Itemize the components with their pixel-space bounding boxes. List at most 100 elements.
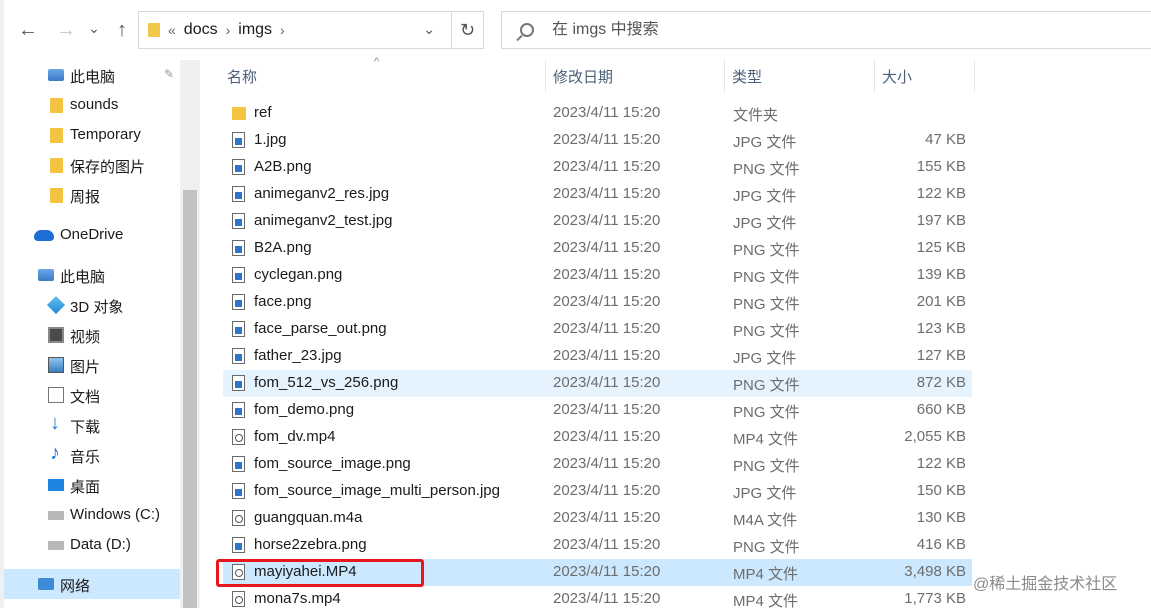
image-file-icon	[232, 321, 245, 337]
forward-button[interactable]: →	[52, 14, 80, 46]
file-name: mona7s.mp4	[254, 590, 341, 607]
sidebar-item-desktop[interactable]: 桌面	[4, 470, 180, 500]
file-row[interactable]: fom_512_vs_256.png 2023/4/11 15:20 PNG 文件 8…	[223, 370, 972, 397]
file-name: face_parse_out.png	[254, 320, 387, 337]
refresh-icon: ↻	[459, 19, 476, 40]
search-icon	[520, 23, 534, 37]
navigation-pane: 此电脑 ✎ sounds Temporary 保存的图片 周报 OneDrive…	[4, 60, 202, 608]
image-file-icon	[232, 294, 245, 310]
drive-icon	[48, 511, 64, 520]
sidebar-item-documents[interactable]: 文档	[4, 380, 180, 410]
column-divider[interactable]	[724, 60, 725, 92]
file-row[interactable]: horse2zebra.png 2023/4/11 15:20 PNG 文件 416 …	[223, 532, 972, 559]
sidebar-item-drive-c[interactable]: Windows (C:)	[4, 500, 180, 530]
sidebar-item-label: Temporary	[70, 126, 141, 143]
file-name: fom_dv.mp4	[254, 428, 336, 445]
file-row[interactable]: face.png 2023/4/11 15:20 PNG 文件 201 KB	[223, 289, 972, 316]
breadcrumb-separator-icon[interactable]: ›	[280, 22, 285, 38]
image-file-icon	[232, 132, 245, 148]
up-button[interactable]: ↑	[108, 14, 136, 46]
column-date-modified[interactable]: 修改日期	[553, 66, 613, 87]
sidebar-item-drive-d[interactable]: Data (D:)	[4, 530, 180, 560]
sidebar-item-label: 音乐	[70, 449, 101, 466]
file-name: fom_demo.png	[254, 401, 355, 418]
sidebar-scrollbar[interactable]	[180, 60, 200, 608]
file-row[interactable]: guangquan.m4a 2023/4/11 15:20 M4A 文件 130 KB	[223, 505, 972, 532]
folder-icon	[148, 23, 160, 37]
breadcrumb-docs[interactable]: docs	[184, 21, 218, 39]
sidebar-item-label: 桌面	[70, 479, 101, 496]
download-icon	[48, 412, 64, 435]
sidebar-item-downloads[interactable]: 下载	[4, 410, 180, 440]
address-bar[interactable]: « docs › imgs › ⌄ ↻	[138, 11, 484, 49]
sidebar-scrollbar-thumb[interactable]	[183, 190, 197, 608]
file-size: 2,055 KB	[904, 428, 966, 445]
address-dropdown-icon[interactable]: ⌄	[423, 21, 435, 38]
sidebar-item-temporary[interactable]: Temporary	[4, 120, 180, 150]
sidebar-item-label: Data (D:)	[70, 536, 131, 553]
file-row[interactable]: cyclegan.png 2023/4/11 15:20 PNG 文件 139 KB	[223, 262, 972, 289]
file-row[interactable]: fom_source_image.png 2023/4/11 15:20 PNG 文…	[223, 451, 972, 478]
column-name[interactable]: 名称	[227, 66, 257, 87]
file-row[interactable]: A2B.png 2023/4/11 15:20 PNG 文件 155 KB	[223, 154, 972, 181]
sidebar-item-network[interactable]: 网络	[4, 569, 180, 599]
file-row[interactable]: face_parse_out.png 2023/4/11 15:20 PNG 文件 1…	[223, 316, 972, 343]
file-row[interactable]: fom_source_image_multi_person.jpg 2023/4/…	[223, 478, 972, 505]
folder-icon	[50, 158, 63, 173]
sidebar-item-saved-pictures[interactable]: 保存的图片	[4, 150, 180, 180]
breadcrumb-imgs[interactable]: imgs	[238, 21, 272, 39]
sidebar-item-this-pc[interactable]: 此电脑	[4, 260, 180, 290]
sidebar-item-onedrive[interactable]: OneDrive	[4, 220, 180, 250]
file-name: animeganv2_test.jpg	[254, 212, 393, 229]
file-type: JPG 文件	[733, 188, 797, 205]
sidebar-item-weekly-report[interactable]: 周报	[4, 180, 180, 210]
file-date-modified: 2023/4/11 15:20	[553, 293, 661, 310]
pc-icon	[48, 69, 64, 81]
sidebar-item-pictures[interactable]: 图片	[4, 350, 180, 380]
file-size: 130 KB	[916, 509, 966, 526]
network-icon	[38, 578, 54, 590]
column-divider[interactable]	[974, 60, 975, 92]
file-list: ^ 名称 修改日期 类型 大小 ref 2023/4/11 15:20 文件夹 1.j…	[202, 56, 1151, 608]
file-date-modified: 2023/4/11 15:20	[553, 104, 661, 121]
file-row[interactable]: father_23.jpg 2023/4/11 15:20 JPG 文件 127 KB	[223, 343, 972, 370]
sidebar-item-videos[interactable]: 视频	[4, 320, 180, 350]
sidebar-item-3d-objects[interactable]: 3D 对象	[4, 290, 180, 320]
search-input[interactable]	[552, 21, 1072, 39]
file-name: face.png	[254, 293, 312, 310]
file-row[interactable]: 1.jpg 2023/4/11 15:20 JPG 文件 47 KB	[223, 127, 972, 154]
column-divider[interactable]	[874, 60, 875, 92]
sidebar-item-music[interactable]: 音乐	[4, 440, 180, 470]
recent-locations-button[interactable]: ⌄	[84, 12, 104, 44]
file-row[interactable]: mona7s.mp4 2023/4/11 15:20 MP4 文件 1,773 KB	[223, 586, 972, 608]
file-name: father_23.jpg	[254, 347, 342, 364]
file-size: 47 KB	[925, 131, 966, 148]
back-button[interactable]: ←	[14, 14, 42, 46]
sidebar-item-this-pc-quick[interactable]: 此电脑 ✎	[4, 60, 180, 90]
breadcrumb-separator-icon[interactable]: ›	[226, 22, 231, 38]
file-date-modified: 2023/4/11 15:20	[553, 239, 661, 256]
sidebar-item-sounds[interactable]: sounds	[4, 90, 180, 120]
file-row[interactable]: fom_demo.png 2023/4/11 15:20 PNG 文件 660 KB	[223, 397, 972, 424]
file-row[interactable]: animeganv2_res.jpg 2023/4/11 15:20 JPG 文件 1…	[223, 181, 972, 208]
file-size: 1,773 KB	[904, 590, 966, 607]
folder-icon	[232, 107, 246, 120]
file-type: PNG 文件	[733, 323, 800, 340]
file-date-modified: 2023/4/11 15:20	[553, 374, 661, 391]
column-size[interactable]: 大小	[882, 66, 912, 87]
file-row[interactable]: fom_dv.mp4 2023/4/11 15:20 MP4 文件 2,055 KB	[223, 424, 972, 451]
breadcrumb-overflow[interactable]: «	[168, 22, 176, 38]
file-date-modified: 2023/4/11 15:20	[553, 401, 661, 418]
image-file-icon	[232, 213, 245, 229]
media-file-icon	[232, 591, 245, 607]
refresh-button[interactable]: ↻	[451, 12, 483, 48]
file-row[interactable]: animeganv2_test.jpg 2023/4/11 15:20 JPG 文件…	[223, 208, 972, 235]
sidebar-item-label: 下载	[70, 419, 101, 436]
file-row[interactable]: B2A.png 2023/4/11 15:20 PNG 文件 125 KB	[223, 235, 972, 262]
search-box[interactable]	[501, 11, 1151, 49]
file-row[interactable]: ref 2023/4/11 15:20 文件夹	[223, 100, 972, 127]
column-divider[interactable]	[545, 60, 546, 92]
file-row[interactable]: mayiyahei.MP4 2023/4/11 15:20 MP4 文件 3,498 …	[223, 559, 972, 586]
watermark: @稀土掘金技术社区	[973, 576, 1118, 593]
column-type[interactable]: 类型	[732, 66, 762, 87]
